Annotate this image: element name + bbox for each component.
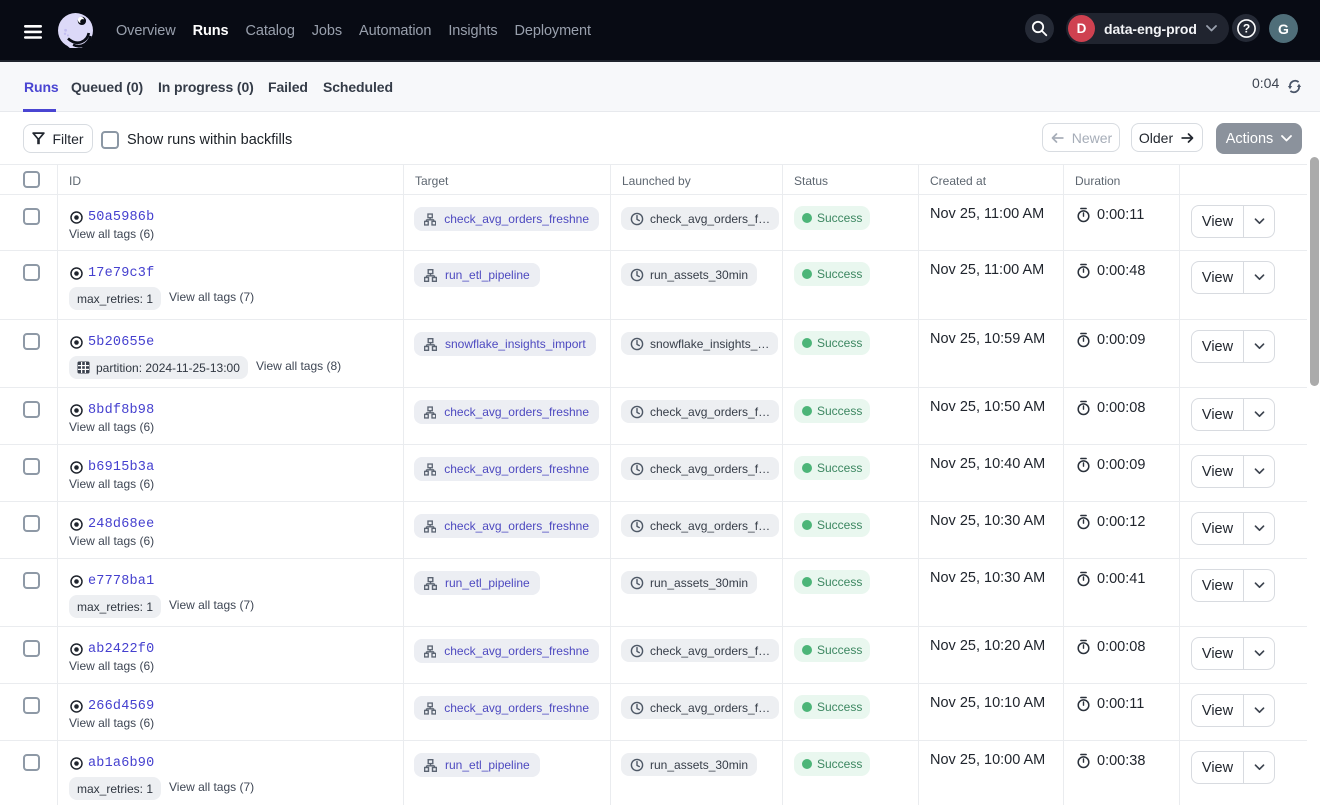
svg-text:?: ? [1242, 21, 1249, 35]
